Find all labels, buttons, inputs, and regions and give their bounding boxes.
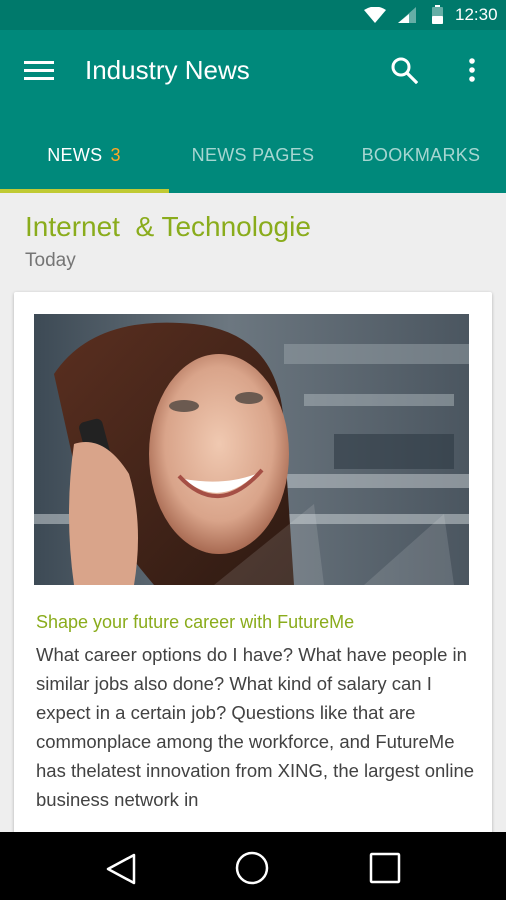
article-headline[interactable]: Shape your future career with FutureMe	[36, 610, 472, 634]
article-card[interactable]: Shape your future career with FutureMe W…	[14, 292, 492, 852]
wifi-icon	[364, 7, 386, 23]
tab-bar: NEWS 3 NEWS PAGES BOOKMARKS	[0, 124, 506, 193]
article-image	[34, 314, 469, 585]
recent-apps-icon[interactable]	[369, 852, 401, 884]
search-icon[interactable]	[390, 56, 418, 84]
app-bar: Industry News NEWS 3 NEWS PAGES BOOKMARKS	[0, 30, 506, 193]
status-bar: 12:30	[0, 0, 506, 30]
section-title: Internet & Technologie	[25, 211, 311, 242]
home-icon[interactable]	[234, 850, 270, 886]
screen: 12:30 Industry News NEWS 3 NEWS PAGES BO…	[0, 0, 506, 900]
navigation-bar	[0, 832, 506, 900]
app-title: Industry News	[85, 55, 250, 85]
tab-news-pages[interactable]: NEWS PAGES	[169, 124, 337, 193]
signal-icon	[398, 7, 416, 23]
battery-icon	[432, 5, 443, 24]
tab-news[interactable]: NEWS 3	[0, 124, 168, 193]
back-icon[interactable]	[104, 852, 138, 886]
status-time: 12:30	[455, 5, 498, 24]
article-body: What career options do I have? What have…	[36, 644, 475, 810]
menu-icon[interactable]	[24, 58, 54, 82]
tab-news-label: NEWS	[47, 145, 103, 165]
more-vert-icon[interactable]	[466, 57, 478, 85]
news-count-badge: 3	[110, 145, 121, 165]
tab-bookmarks[interactable]: BOOKMARKS	[337, 124, 505, 193]
section-date: Today	[25, 250, 76, 271]
tab-bookmarks-label: BOOKMARKS	[361, 145, 481, 165]
tab-news-pages-label: NEWS PAGES	[191, 145, 315, 165]
tab-indicator	[0, 189, 169, 193]
